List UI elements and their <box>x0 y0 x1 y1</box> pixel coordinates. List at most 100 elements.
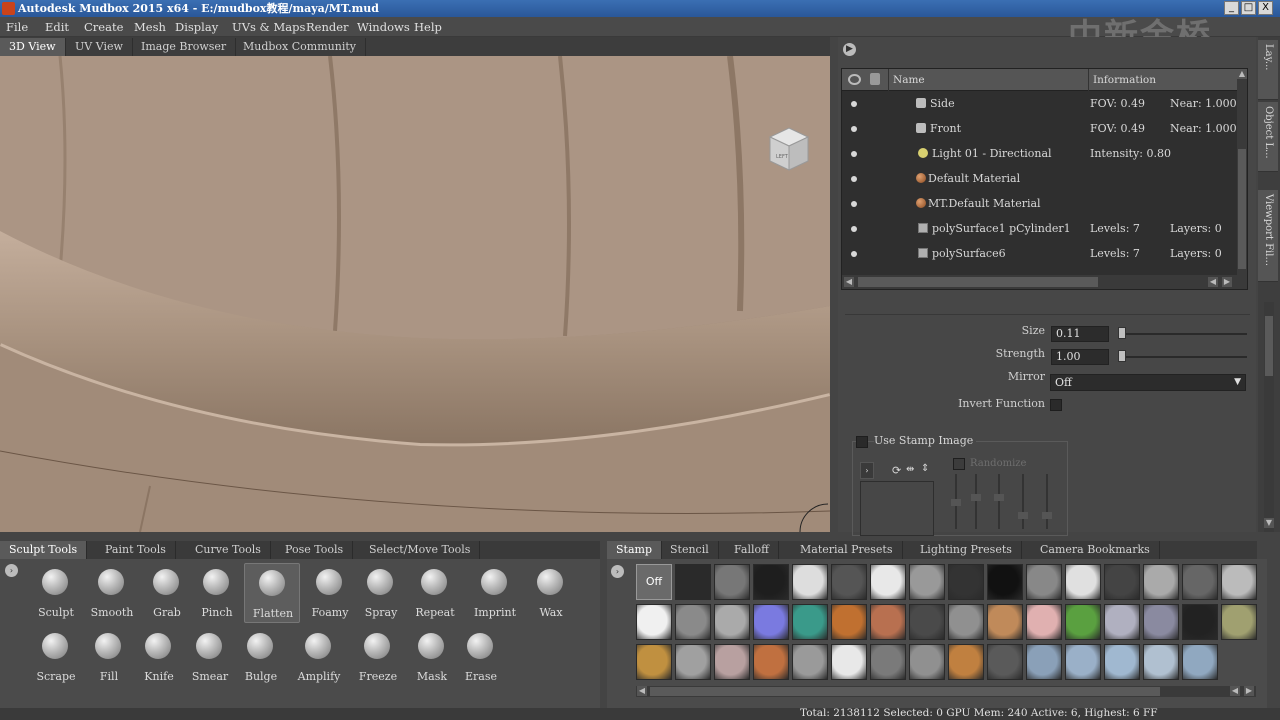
object-list-row[interactable]: Side FOV: 0.49 Near: 1.000 <box>842 91 1238 116</box>
stamp-thumbnail[interactable] <box>714 644 750 680</box>
stamp-thumbnail[interactable] <box>1104 604 1140 640</box>
stamp-thumbnail[interactable] <box>987 604 1023 640</box>
tab-mudbox-community[interactable]: Mudbox Community <box>234 38 366 56</box>
scroll-up-arrow-icon[interactable]: ▲ <box>1237 69 1247 79</box>
tool-scrape[interactable]: Scrape <box>28 627 84 687</box>
maximize-button[interactable]: □ <box>1241 1 1256 15</box>
object-list-row[interactable]: polySurface1 pCylinder1 Levels: 7 Layers: … <box>842 216 1238 241</box>
object-list-row[interactable]: Light 01 - Directional Intensity: 0.80 <box>842 141 1238 166</box>
menu-mesh[interactable]: Mesh <box>134 20 166 34</box>
stamp-thumbnail[interactable] <box>1221 604 1257 640</box>
tab-object-list[interactable]: Object L... <box>1258 102 1278 172</box>
tool-grab[interactable]: Grab <box>139 563 195 623</box>
visibility-dot-icon[interactable] <box>851 101 857 107</box>
visibility-dot-icon[interactable] <box>851 201 857 207</box>
scroll-right-arrow-icon[interactable]: ▶ <box>1244 686 1254 696</box>
scroll-down-arrow-icon[interactable]: ▼ <box>1264 518 1274 528</box>
scroll-left-arrow-icon[interactable]: ◀ <box>1230 686 1240 696</box>
stamp-thumbnail[interactable] <box>636 604 672 640</box>
stamp-thumbnail[interactable] <box>948 604 984 640</box>
stamp-thumbnail[interactable] <box>1143 564 1179 600</box>
menu-uvs-maps[interactable]: UVs & Maps <box>232 20 305 34</box>
minimize-button[interactable]: _ <box>1224 1 1239 15</box>
stamp-hscroll-thumb[interactable] <box>650 687 1160 696</box>
tab-paint-tools[interactable]: Paint Tools <box>96 541 176 559</box>
panel-vscroll[interactable]: ▼ <box>1264 302 1274 532</box>
stamp-thumbnail[interactable] <box>1104 644 1140 680</box>
tab-select-move-tools[interactable]: Select/Move Tools <box>360 541 481 559</box>
visibility-dot-icon[interactable] <box>851 176 857 182</box>
tool-smooth[interactable]: Smooth <box>84 563 140 623</box>
tool-erase[interactable]: Erase <box>453 627 509 687</box>
tab-curve-tools[interactable]: Curve Tools <box>186 541 271 559</box>
stamp-thumbnail[interactable] <box>870 564 906 600</box>
menu-display[interactable]: Display <box>175 20 218 34</box>
stamp-thumbnail[interactable] <box>1026 564 1062 600</box>
tool-bulge[interactable]: Bulge <box>233 627 289 687</box>
tray-options-button[interactable]: › <box>5 564 18 577</box>
scroll-right-arrow-icon[interactable]: ▶ <box>1222 277 1232 287</box>
strength-slider[interactable] <box>1119 356 1247 358</box>
stamp-thumbnail[interactable] <box>753 564 789 600</box>
size-slider-thumb[interactable] <box>1118 327 1126 339</box>
menu-render[interactable]: Render <box>306 20 349 34</box>
panel-vscroll-thumb[interactable] <box>1265 316 1273 376</box>
object-list-hscroll[interactable]: ◀ ◀ ▶ <box>842 275 1247 289</box>
stamp-thumbnail[interactable] <box>870 604 906 640</box>
stamp-thumbnail[interactable] <box>675 644 711 680</box>
tab-stencil[interactable]: Stencil <box>661 541 719 559</box>
strength-input[interactable]: 1.00 <box>1051 349 1109 365</box>
tool-wax[interactable]: Wax <box>523 563 579 623</box>
stamp-thumbnail[interactable] <box>987 644 1023 680</box>
stamp-thumbnail[interactable] <box>792 644 828 680</box>
stamp-thumbnail[interactable] <box>753 604 789 640</box>
randomize-sliders[interactable] <box>950 474 1060 532</box>
tab-viewport-filters[interactable]: Viewport Fil... <box>1258 190 1278 282</box>
object-list-vscroll[interactable]: ▲ <box>1237 69 1247 279</box>
tab-material-presets[interactable]: Material Presets <box>791 541 903 559</box>
column-information-header[interactable]: Information <box>1088 69 1236 91</box>
size-slider[interactable] <box>1119 333 1247 335</box>
mirror-dropdown[interactable]: Off ▼ <box>1050 374 1246 391</box>
tab-layers[interactable]: Lay... <box>1258 40 1278 100</box>
flip-vertical-icon[interactable]: ⇕ <box>921 463 929 474</box>
stamp-thumbnail[interactable] <box>1143 604 1179 640</box>
menu-file[interactable]: File <box>6 20 28 34</box>
randomize-checkbox[interactable] <box>953 458 965 470</box>
stamp-thumbnail[interactable] <box>1221 564 1257 600</box>
stamp-thumbnail[interactable] <box>909 564 945 600</box>
stamp-thumbnail[interactable] <box>1104 564 1140 600</box>
tab-lighting-presets[interactable]: Lighting Presets <box>911 541 1022 559</box>
stamp-thumbnail[interactable] <box>831 564 867 600</box>
stamp-thumbnail[interactable] <box>831 644 867 680</box>
menu-help[interactable]: Help <box>414 20 442 34</box>
stamp-hscroll[interactable]: ◀ ◀ ▶ <box>636 686 1256 697</box>
stamp-thumbnail[interactable] <box>675 564 711 600</box>
tab-falloff[interactable]: Falloff <box>725 541 779 559</box>
tool-freeze[interactable]: Freeze <box>350 627 406 687</box>
3d-viewport[interactable]: LEFT <box>0 56 830 532</box>
flip-horizontal-icon[interactable]: ⇹ <box>906 464 914 475</box>
visibility-dot-icon[interactable] <box>851 251 857 257</box>
lock-icon[interactable] <box>870 73 880 85</box>
visibility-dot-icon[interactable] <box>851 126 857 132</box>
stamp-thumbnail[interactable] <box>1182 604 1218 640</box>
menu-create[interactable]: Create <box>84 20 123 34</box>
tab-image-browser[interactable]: Image Browser <box>132 38 237 56</box>
tool-repeat[interactable]: Repeat <box>407 563 463 623</box>
stamp-thumbnail[interactable] <box>1182 644 1218 680</box>
column-name-header[interactable]: Name <box>888 69 1088 91</box>
tool-mask[interactable]: Mask <box>404 627 460 687</box>
size-input[interactable]: 0.11 <box>1051 326 1109 342</box>
hscroll-thumb[interactable] <box>858 277 1098 287</box>
stamp-tray-options-button[interactable]: › <box>611 565 624 578</box>
stamp-thumbnail[interactable] <box>909 604 945 640</box>
collapse-panel-button[interactable]: ▶ <box>843 43 856 56</box>
stamp-expand-icon[interactable]: › <box>860 462 874 479</box>
strength-slider-thumb[interactable] <box>1118 350 1126 362</box>
tool-smear[interactable]: Smear <box>182 627 238 687</box>
visibility-dot-icon[interactable] <box>851 151 857 157</box>
tool-pinch[interactable]: Pinch <box>189 563 245 623</box>
stamp-thumbnail[interactable] <box>1026 644 1062 680</box>
scroll-left-arrow-icon[interactable]: ◀ <box>637 686 647 696</box>
